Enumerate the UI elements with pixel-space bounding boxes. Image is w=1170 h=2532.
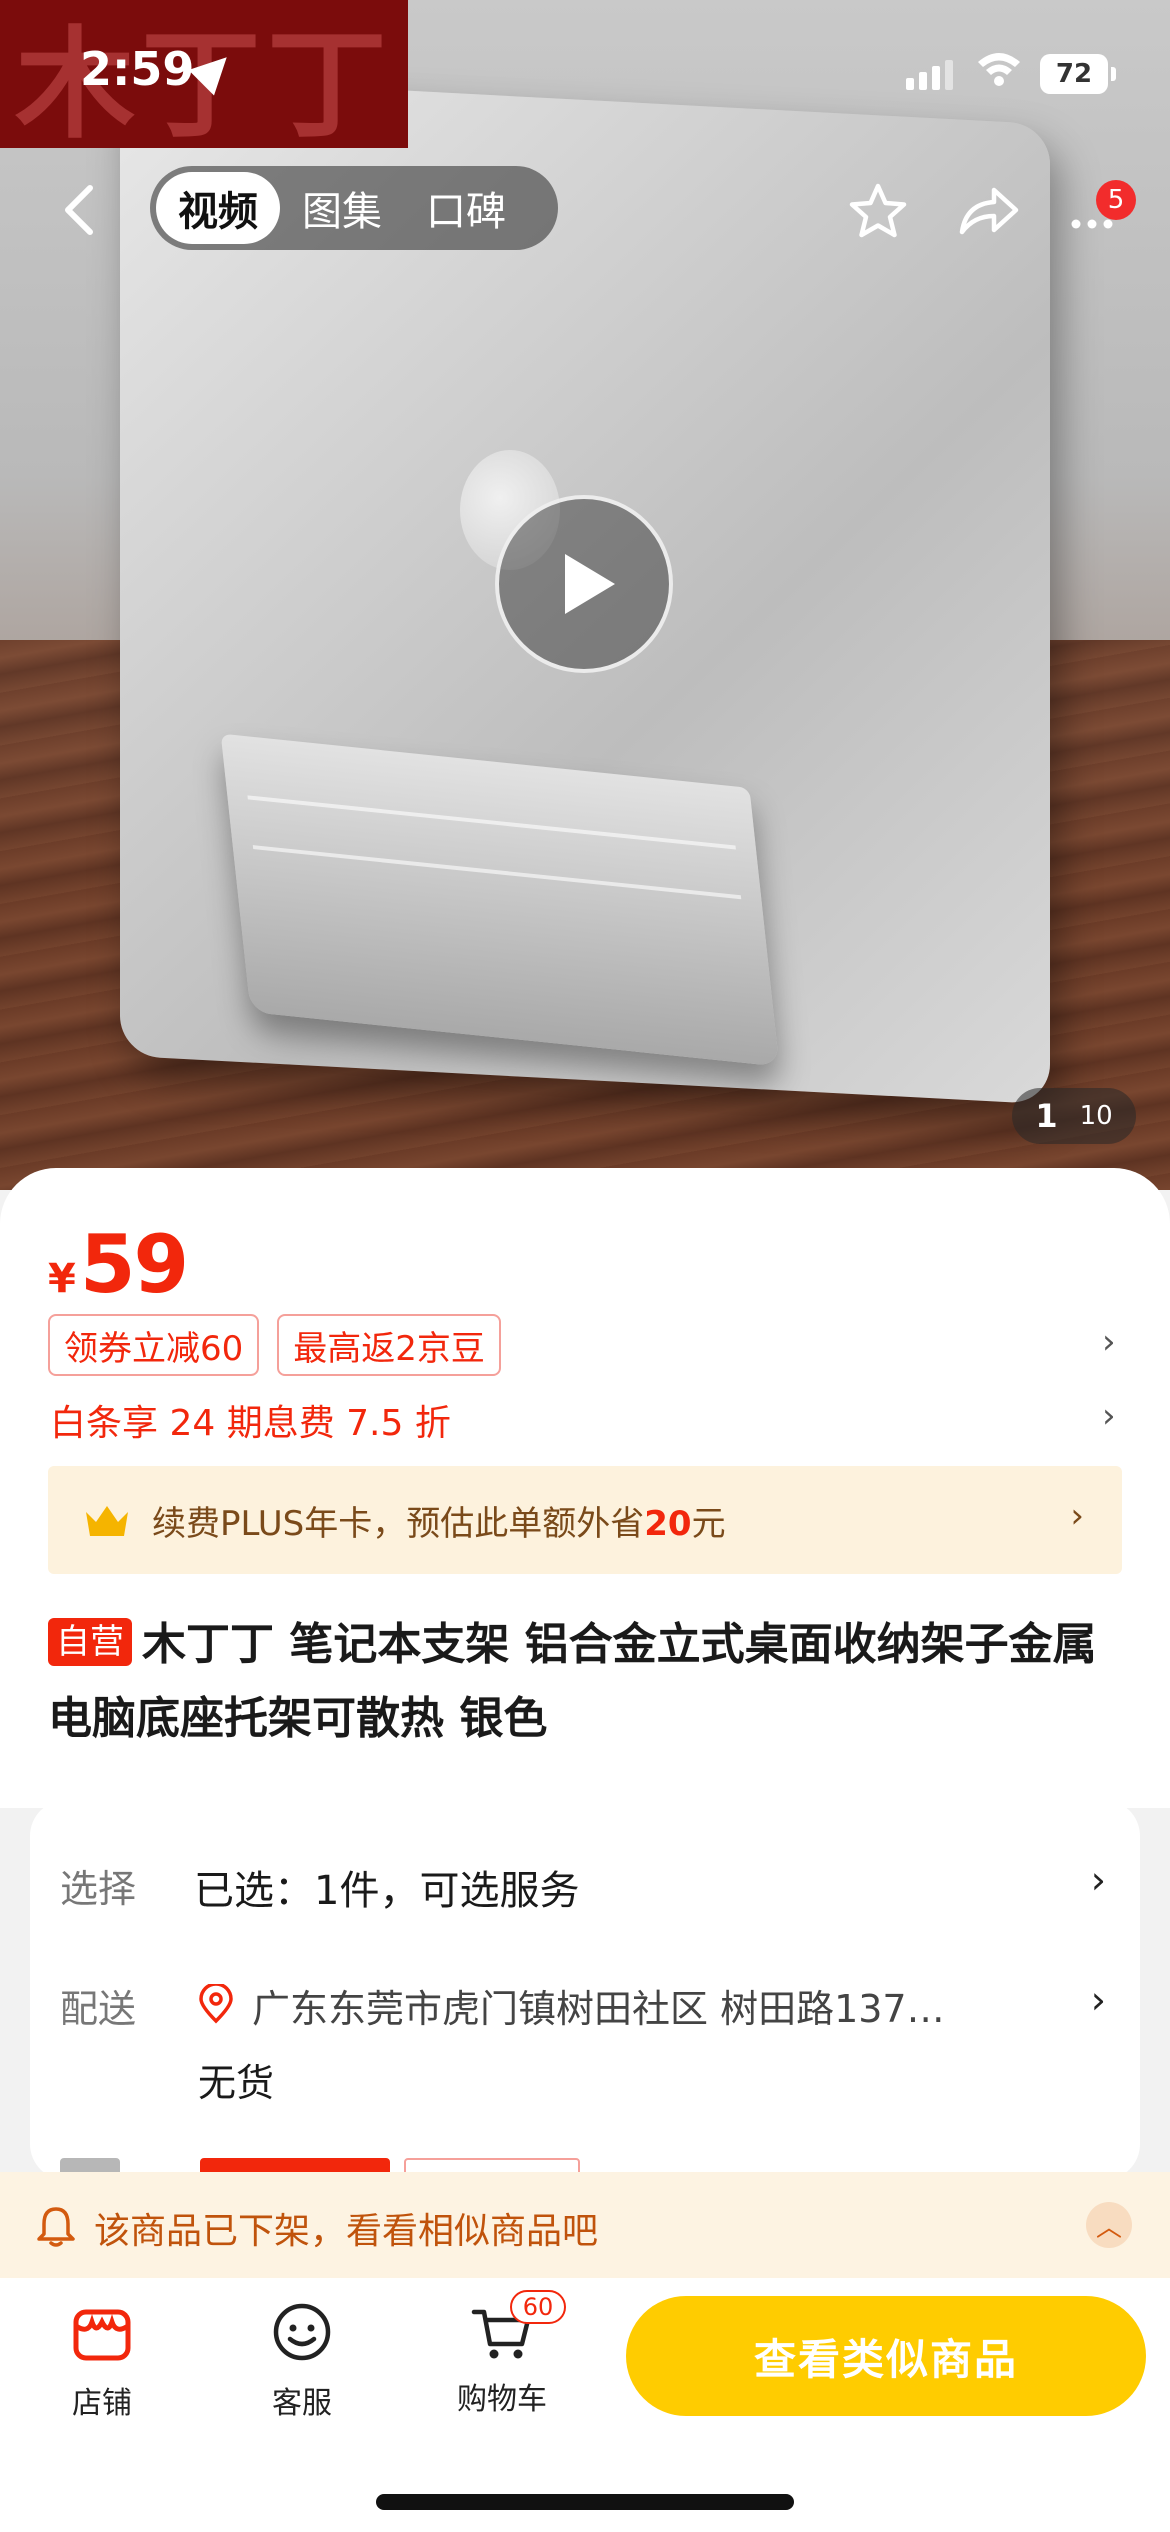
media-tabs: 视频 图集 口碑 [150, 166, 558, 250]
location-arrow-icon [188, 44, 240, 96]
delivery-address: 广东东莞市虎门镇树田社区 树田路137… [252, 1987, 945, 2031]
cart-button[interactable]: 60 购物车 [442, 2290, 566, 2418]
more-button[interactable]: 5 [1062, 180, 1158, 244]
service-label: 客服 [272, 2386, 332, 2421]
cart-label: 购物车 [457, 2382, 547, 2417]
delivery-chevron-icon: › [1090, 1978, 1106, 2022]
promo-chevron-icon[interactable]: › [1102, 1322, 1116, 1362]
bell-icon [37, 2207, 75, 2247]
laptop-stand-image [220, 733, 780, 1067]
cart-count-badge: 60 [510, 2290, 566, 2324]
select-chevron-icon: › [1090, 1858, 1106, 1902]
coupon-tag[interactable]: 领券立减60 [48, 1314, 260, 1376]
plus-text-main: 续费PLUS年卡，预估此单额外省 [152, 1504, 645, 1544]
product-title-text: 木丁丁 笔记本支架 铝合金立式桌面收纳架子金属电脑底座托架可散热 银色 [48, 1619, 1097, 1744]
product-title: 自营 木丁丁 笔记本支架 铝合金立式桌面收纳架子金属电脑底座托架可散热 银色 [48, 1608, 1128, 1756]
top-nav: 视频 图集 口碑 5 [0, 160, 1170, 260]
star-icon[interactable] [846, 180, 910, 244]
store-icon [73, 2309, 131, 2361]
select-row[interactable]: 选择 已选：1件，可选服务 › [30, 1842, 1140, 1922]
plus-text-unit: 元 [691, 1504, 726, 1544]
status-bar: 2:59 72 [0, 0, 1170, 150]
wifi-icon [978, 53, 1020, 86]
bottom-action-bar: 店铺 客服 60 购物车 查看类似商品 [0, 2278, 1170, 2428]
jingdou-tag[interactable]: 最高返2京豆 [277, 1314, 501, 1376]
view-similar-button[interactable]: 查看类似商品 [626, 2296, 1146, 2416]
gallery-current: 1 [1035, 1097, 1058, 1135]
select-label: 选择 [60, 1867, 137, 1911]
baitiao-installment[interactable]: 白条享 24 期息费 7.5 折 [50, 1394, 451, 1446]
offline-notice[interactable]: 该商品已下架，看看相似商品吧 ︿ [0, 2172, 1170, 2278]
home-indicator[interactable] [376, 2494, 794, 2510]
tab-video[interactable]: 视频 [156, 172, 280, 244]
price: ¥ 59 [48, 1218, 189, 1311]
play-icon [565, 554, 615, 614]
location-pin-icon [199, 1984, 233, 2024]
status-time: 2:59 [80, 42, 195, 96]
crown-icon [86, 1506, 128, 1536]
cellular-signal-icon [906, 60, 953, 90]
offline-notice-text: 该商品已下架，看看相似商品吧 [94, 2211, 599, 2252]
gallery-counter: 1 10 [1012, 1088, 1136, 1144]
plus-text: 续费PLUS年卡，预估此单额外省20元 [152, 1496, 726, 1545]
select-value: 已选：1件，可选服务 [194, 1868, 580, 1914]
store-label: 店铺 [72, 2386, 132, 2421]
battery-icon: 72 [1040, 54, 1116, 94]
collapse-up-icon[interactable]: ︿ [1086, 2202, 1132, 2248]
price-value: 59 [79, 1218, 189, 1311]
cart-icon-wrap: 60 [470, 2290, 566, 2364]
share-icon[interactable] [956, 180, 1020, 244]
tab-gallery[interactable]: 图集 [280, 172, 404, 244]
back-icon[interactable] [50, 180, 110, 240]
self-operated-tag: 自营 [48, 1618, 132, 1666]
more-badge: 5 [1096, 180, 1136, 220]
stock-status: 无货 [198, 2061, 275, 2105]
plus-membership-bar[interactable]: 续费PLUS年卡，预估此单额外省20元 › [48, 1466, 1122, 1574]
delivery-row[interactable]: 配送 广东东莞市虎门镇树田社区 树田路137… › 无货 [30, 1962, 1140, 2105]
customer-service-icon [273, 2303, 331, 2361]
tab-reviews[interactable]: 口碑 [404, 172, 528, 244]
store-button[interactable]: 店铺 [42, 2300, 162, 2422]
plus-chevron-icon: › [1070, 1496, 1084, 1536]
plus-amount: 20 [644, 1504, 692, 1544]
product-hero-image[interactable]: 木丁丁 2:59 72 视频 图集 口碑 5 1 10 [0, 0, 1170, 1190]
home-indicator-area [0, 2428, 1170, 2532]
currency-symbol: ¥ [48, 1256, 76, 1302]
play-video-button[interactable] [495, 495, 673, 673]
options-card: 选择 已选：1件，可选服务 › 配送 广东东莞市虎门镇树田社区 树田路137… … [30, 1800, 1140, 2180]
promo-tags[interactable]: 领券立减60 最高返2京豆 [48, 1314, 501, 1376]
product-info-card: ¥ 59 领券立减60 最高返2京豆 › 白条享 24 期息费 7.5 折 › … [0, 1168, 1170, 1808]
baitiao-chevron-icon[interactable]: › [1102, 1396, 1116, 1436]
service-button[interactable]: 客服 [242, 2300, 362, 2422]
gallery-total: 10 [1079, 1101, 1113, 1131]
delivery-label: 配送 [60, 1987, 137, 2031]
